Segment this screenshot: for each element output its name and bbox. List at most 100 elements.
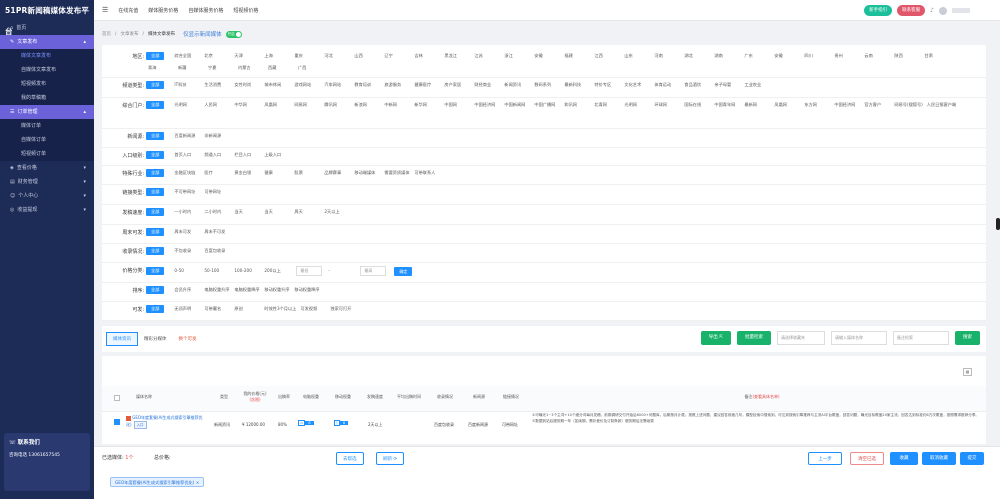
prev-step-button[interactable]: 上一步 bbox=[808, 452, 842, 465]
sidebar-item-withdraw[interactable]: ◎ 收益提现 ▾ bbox=[0, 203, 94, 217]
filter-option[interactable]: 医疗 bbox=[202, 169, 232, 177]
filter-option[interactable]: 网易号(搜狐号) bbox=[892, 101, 924, 109]
guide-button[interactable]: 新手指引 bbox=[864, 5, 893, 16]
table-row[interactable]: GEO年度套餐(AI生成式搜索引擎推荐优化) 入口 新闻资讯 ¥ 12000.00… bbox=[102, 413, 986, 443]
filter-option[interactable]: 频道入口 bbox=[202, 151, 232, 159]
filter-option[interactable]: 安徽 bbox=[772, 52, 802, 60]
filter-option[interactable]: 北青网 bbox=[592, 101, 622, 109]
filter-option[interactable]: 特价专区 bbox=[592, 81, 622, 89]
filter-option[interactable]: 50-100 bbox=[202, 267, 232, 275]
filter-option[interactable]: 青海 bbox=[146, 64, 176, 72]
filter-option[interactable]: 会员升序 bbox=[172, 286, 202, 294]
filter-option[interactable]: 中国青年网 bbox=[712, 101, 742, 109]
topbar-link-recharge[interactable]: 在线充值 bbox=[118, 7, 138, 14]
filter-option-all[interactable]: 全部 bbox=[146, 132, 165, 140]
price-min-input[interactable]: 最低 bbox=[296, 266, 323, 276]
sidebar-item-video-publish[interactable]: 短视频发布 bbox=[0, 77, 94, 91]
filter-option[interactable]: 时效性3个月以上 bbox=[262, 305, 298, 313]
sidebar-group-orders[interactable]: ☰ 订单管理 ▴ bbox=[0, 105, 94, 119]
filter-option[interactable]: 北京 bbox=[202, 52, 232, 60]
filter-option[interactable]: 财经商业 bbox=[472, 81, 502, 89]
filter-option[interactable]: 江西 bbox=[592, 52, 622, 60]
filter-option-all[interactable]: 全部 bbox=[146, 101, 165, 109]
filter-option[interactable]: 新闻资讯 bbox=[502, 81, 532, 89]
clear-selection-button[interactable]: 清空已选 bbox=[850, 452, 884, 465]
filter-option[interactable]: 文化艺术 bbox=[622, 81, 652, 89]
filter-option[interactable]: 陕西 bbox=[892, 52, 922, 60]
filter-option[interactable]: 城市休闲 bbox=[262, 81, 292, 89]
bell-icon[interactable]: ♪ bbox=[930, 7, 934, 14]
filter-option[interactable]: 周天 bbox=[292, 208, 322, 216]
filter-option[interactable]: 中国广播网 bbox=[532, 101, 562, 109]
filter-option-all[interactable]: 全部 bbox=[146, 228, 165, 236]
filter-option[interactable]: 可带联系人 bbox=[412, 169, 442, 177]
filter-option[interactable]: 二小时内 bbox=[202, 208, 232, 216]
filter-option[interactable]: 国际在线 bbox=[682, 101, 712, 109]
filter-option[interactable]: 电脑权重降序 bbox=[232, 286, 262, 294]
column-settings-icon[interactable]: ▦ bbox=[963, 368, 972, 376]
filter-option[interactable]: 吉林 bbox=[412, 52, 442, 60]
filter-option[interactable]: IT科技 bbox=[172, 81, 202, 89]
filter-option[interactable]: 天津 bbox=[232, 52, 262, 60]
filter-option[interactable]: 非新闻源 bbox=[202, 132, 232, 140]
sidebar-item-profile[interactable]: ☺ 个人中心 ▾ bbox=[0, 189, 94, 203]
filter-option[interactable]: 金融区块链 bbox=[172, 169, 202, 177]
filter-option[interactable]: 中华网 bbox=[232, 101, 262, 109]
filter-option[interactable]: 广西 bbox=[296, 64, 326, 72]
filter-option[interactable]: 湖南 bbox=[712, 52, 742, 60]
filter-option[interactable]: 新浪网 bbox=[352, 101, 382, 109]
filter-option[interactable]: 环球网 bbox=[652, 101, 682, 109]
filter-option[interactable]: 西藏 bbox=[266, 64, 296, 72]
filter-option[interactable]: 官方客户 bbox=[862, 101, 892, 109]
row-checkbox[interactable] bbox=[114, 419, 120, 425]
filter-option[interactable]: 0-50 bbox=[172, 267, 202, 275]
filter-option[interactable]: 栏目入口 bbox=[232, 151, 262, 159]
filter-option[interactable]: 周末不可发 bbox=[202, 228, 232, 236]
filter-option[interactable]: 数码系列 bbox=[532, 81, 562, 89]
filter-option[interactable]: 当天 bbox=[262, 208, 292, 216]
filter-option[interactable]: 独家可打开 bbox=[328, 305, 358, 313]
filter-option[interactable]: 福建 bbox=[562, 52, 592, 60]
filter-option[interactable]: 山西 bbox=[352, 52, 382, 60]
filter-option[interactable]: 百度新闻源 bbox=[172, 132, 202, 140]
filter-option[interactable]: 宁夏 bbox=[206, 64, 236, 72]
media-name-cell[interactable]: GEO年度套餐(AI生成式搜索引擎推荐优化) 入口 bbox=[126, 415, 208, 429]
sidebar-item-finance[interactable]: ▤ 财务管理 ▾ bbox=[0, 175, 94, 189]
filter-option[interactable]: 移动端媒体 bbox=[352, 169, 382, 177]
filter-option[interactable]: 不可带网址 bbox=[172, 188, 202, 196]
filter-option[interactable]: 旅游服务 bbox=[382, 81, 412, 89]
filter-option[interactable]: 周末可发 bbox=[172, 228, 202, 236]
filter-option[interactable]: 新疆 bbox=[176, 64, 206, 72]
filter-option[interactable]: 不包收录 bbox=[172, 247, 202, 255]
sidebar-item-drafts[interactable]: 我的草稿箱 bbox=[0, 91, 94, 105]
sidebar-item-home[interactable]: ⌂ 首页 bbox=[0, 21, 94, 35]
filter-option-all[interactable]: 全部 bbox=[146, 267, 165, 275]
filter-option[interactable]: 亲子母婴 bbox=[712, 81, 742, 89]
filter-option[interactable]: 山东 bbox=[622, 52, 652, 60]
filter-option[interactable]: 女性时尚 bbox=[232, 81, 262, 89]
filter-option[interactable]: 百度包收录 bbox=[202, 247, 232, 255]
filter-option[interactable]: 重庆 bbox=[292, 52, 322, 60]
filter-option[interactable]: 房产家居 bbox=[442, 81, 472, 89]
filter-option-all[interactable]: 全部 bbox=[146, 81, 165, 89]
page-scrollbar[interactable] bbox=[996, 218, 1000, 230]
filter-option[interactable]: 汽车网站 bbox=[322, 81, 352, 89]
filter-option[interactable]: 四川 bbox=[802, 52, 832, 60]
filter-option-all[interactable]: 全部 bbox=[146, 52, 165, 60]
filter-option[interactable]: 健康 bbox=[262, 169, 292, 177]
export-button[interactable]: 导出 ⇱ bbox=[700, 331, 731, 345]
filter-option-all[interactable]: 全部 bbox=[146, 286, 165, 294]
filter-option[interactable]: 人民网 bbox=[202, 101, 232, 109]
filter-option[interactable]: 中国经济网 bbox=[832, 101, 862, 109]
filter-option[interactable]: 广东 bbox=[742, 52, 772, 60]
filter-option[interactable]: 和讯网 bbox=[562, 101, 592, 109]
filter-option[interactable]: 光明网 bbox=[172, 101, 202, 109]
price-max-input[interactable]: 最高 bbox=[360, 266, 387, 276]
avatar[interactable] bbox=[939, 6, 947, 15]
filter-option[interactable]: 健康医疗 bbox=[412, 81, 442, 89]
sidebar-item-self-media-article[interactable]: 自媒体文章发布 bbox=[0, 63, 94, 77]
filter-option[interactable]: 移动权重升序 bbox=[262, 286, 292, 294]
price-confirm-button[interactable]: 确定 bbox=[394, 266, 413, 276]
filter-option[interactable]: 光明网 bbox=[622, 101, 652, 109]
filter-option[interactable]: 原创 bbox=[232, 305, 262, 313]
